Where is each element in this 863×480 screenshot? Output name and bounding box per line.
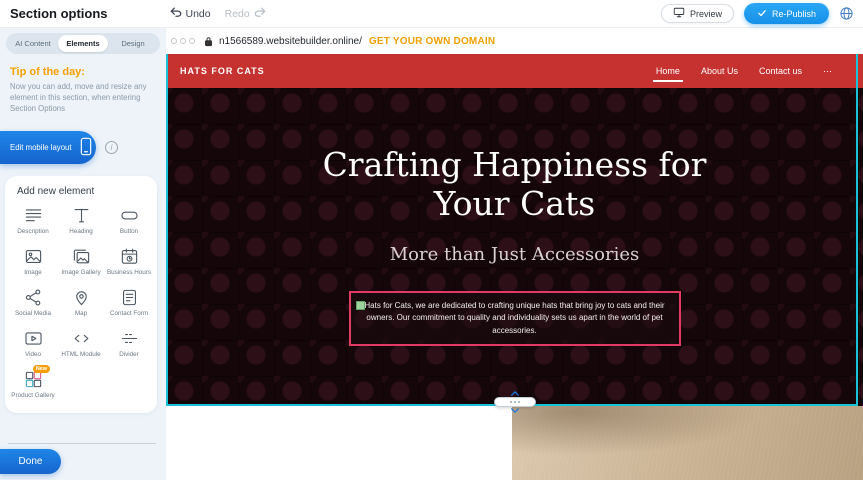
heading-icon bbox=[72, 206, 91, 225]
element-item-business-hours[interactable]: Business Hours bbox=[105, 247, 153, 277]
product-gallery-icon bbox=[24, 370, 43, 389]
element-item-contact-form[interactable]: Contact Form bbox=[105, 288, 153, 318]
social-media-icon bbox=[24, 288, 43, 307]
sidebar-divider bbox=[8, 443, 156, 444]
tip-body: Now you can add, move and resize any ele… bbox=[10, 82, 156, 115]
preview-area: n1566589.websitebuilder.online/ GET YOUR… bbox=[166, 28, 863, 480]
redo-icon bbox=[254, 7, 266, 20]
html-module-icon bbox=[72, 329, 91, 348]
preview-label: Preview bbox=[690, 9, 722, 19]
new-badge: New bbox=[33, 365, 50, 373]
contact-form-icon bbox=[120, 288, 139, 307]
window-dot bbox=[189, 38, 195, 44]
undo-button[interactable]: Undo bbox=[170, 7, 211, 20]
image-icon bbox=[24, 247, 43, 266]
nav-contact-us[interactable]: Contact us bbox=[758, 55, 803, 87]
add-panel-title: Add new element bbox=[17, 186, 153, 197]
window-dots bbox=[171, 38, 195, 44]
element-item-html-module[interactable]: HTML Module bbox=[57, 329, 105, 359]
button-icon bbox=[120, 206, 139, 225]
edit-mobile-layout-button[interactable]: Edit mobile layout bbox=[0, 131, 96, 164]
info-icon[interactable]: i bbox=[105, 141, 118, 154]
element-item-social-media[interactable]: Social Media bbox=[9, 288, 57, 318]
section-selection-border-right bbox=[856, 54, 858, 406]
element-item-button[interactable]: Button bbox=[105, 206, 153, 236]
text-element-handle[interactable] bbox=[356, 301, 365, 310]
tab-elements[interactable]: Elements bbox=[58, 35, 108, 52]
element-item-map[interactable]: Map bbox=[57, 288, 105, 318]
section-selection-border-left bbox=[166, 54, 168, 406]
sidebar: AI Content Elements Design Tip of the da… bbox=[0, 28, 166, 480]
description-icon bbox=[24, 206, 43, 225]
undo-label: Undo bbox=[186, 8, 211, 20]
next-section[interactable] bbox=[166, 406, 863, 480]
business-hours-icon bbox=[120, 247, 139, 266]
hero-text-box[interactable]: Hats for Cats, we are dedicated to craft… bbox=[349, 291, 681, 346]
republish-button[interactable]: Re-Publish bbox=[744, 3, 829, 24]
site-nav: Home About Us Contact us ⋯ bbox=[655, 55, 833, 88]
nav-more-icon[interactable]: ⋯ bbox=[822, 55, 833, 88]
done-button[interactable]: Done bbox=[0, 449, 61, 474]
divider-icon bbox=[120, 329, 139, 348]
history-controls: Undo Redo bbox=[170, 7, 266, 20]
hero-subheading: More than Just Accessories bbox=[390, 244, 640, 265]
element-item-image-gallery[interactable]: Image Gallery bbox=[57, 247, 105, 277]
next-section-image bbox=[512, 406, 863, 480]
edit-mobile-row: Edit mobile layout i bbox=[0, 131, 166, 164]
add-element-panel: Add new element Description Heading Butt… bbox=[5, 176, 157, 413]
redo-label: Redo bbox=[225, 8, 250, 20]
get-domain-link[interactable]: GET YOUR OWN DOMAIN bbox=[369, 36, 495, 47]
redo-button[interactable]: Redo bbox=[225, 7, 266, 20]
window-dot bbox=[180, 38, 186, 44]
browser-bar: n1566589.websitebuilder.online/ GET YOUR… bbox=[166, 28, 863, 54]
topbar-actions: Preview Re-Publish bbox=[661, 3, 854, 24]
map-icon bbox=[72, 288, 91, 307]
arrow-down-icon bbox=[510, 408, 520, 413]
element-item-video[interactable]: Video bbox=[9, 329, 57, 359]
section-resize-handle[interactable] bbox=[494, 391, 536, 413]
site-header: HATS FOR CATS Home About Us Contact us ⋯ bbox=[166, 54, 863, 88]
element-item-image[interactable]: Image bbox=[9, 247, 57, 277]
monitor-icon bbox=[673, 7, 685, 20]
window-dot bbox=[171, 38, 177, 44]
page-title: Section options bbox=[10, 6, 108, 21]
hero-heading-line2: Your Cats bbox=[323, 185, 707, 224]
arrow-up-icon bbox=[510, 391, 520, 396]
mobile-phone-icon bbox=[79, 137, 93, 158]
element-item-heading[interactable]: Heading bbox=[57, 206, 105, 236]
hero-section[interactable]: Crafting Happiness for Your Cats More th… bbox=[166, 88, 863, 406]
sidebar-tabs: AI Content Elements Design bbox=[6, 33, 160, 54]
nav-about-us[interactable]: About Us bbox=[700, 55, 739, 87]
tab-design[interactable]: Design bbox=[108, 35, 158, 52]
site-logo[interactable]: HATS FOR CATS bbox=[180, 66, 265, 76]
republish-label: Re-Publish bbox=[772, 9, 816, 19]
tip-title: Tip of the day: bbox=[10, 66, 156, 78]
undo-icon bbox=[170, 7, 182, 20]
hero-heading-line1: Crafting Happiness for bbox=[323, 146, 707, 185]
check-icon bbox=[757, 8, 767, 20]
element-item-divider[interactable]: Divider bbox=[105, 329, 153, 359]
hero-body-text: Hats for Cats, we are dedicated to craft… bbox=[362, 300, 668, 337]
topbar: Section options Undo Redo Preview Re-Pub bbox=[0, 0, 863, 28]
video-icon bbox=[24, 329, 43, 348]
edit-mobile-label: Edit mobile layout bbox=[10, 143, 72, 152]
nav-home[interactable]: Home bbox=[655, 55, 681, 87]
preview-button[interactable]: Preview bbox=[661, 4, 734, 23]
website-preview: HATS FOR CATS Home About Us Contact us ⋯… bbox=[166, 54, 863, 480]
lock-icon bbox=[204, 36, 213, 47]
tab-ai-content[interactable]: AI Content bbox=[8, 35, 58, 52]
hero-heading: Crafting Happiness for Your Cats bbox=[323, 146, 707, 224]
element-grid: Description Heading Button Image bbox=[9, 206, 153, 401]
element-item-product-gallery[interactable]: New Product Gallery bbox=[9, 370, 57, 400]
element-item-description[interactable]: Description bbox=[9, 206, 57, 236]
resize-handle-grip[interactable] bbox=[494, 397, 536, 407]
tip-of-the-day: Tip of the day: Now you can add, move an… bbox=[0, 54, 166, 121]
language-globe-icon[interactable] bbox=[839, 6, 854, 21]
image-gallery-icon bbox=[72, 247, 91, 266]
site-url: n1566589.websitebuilder.online/ bbox=[219, 36, 362, 47]
